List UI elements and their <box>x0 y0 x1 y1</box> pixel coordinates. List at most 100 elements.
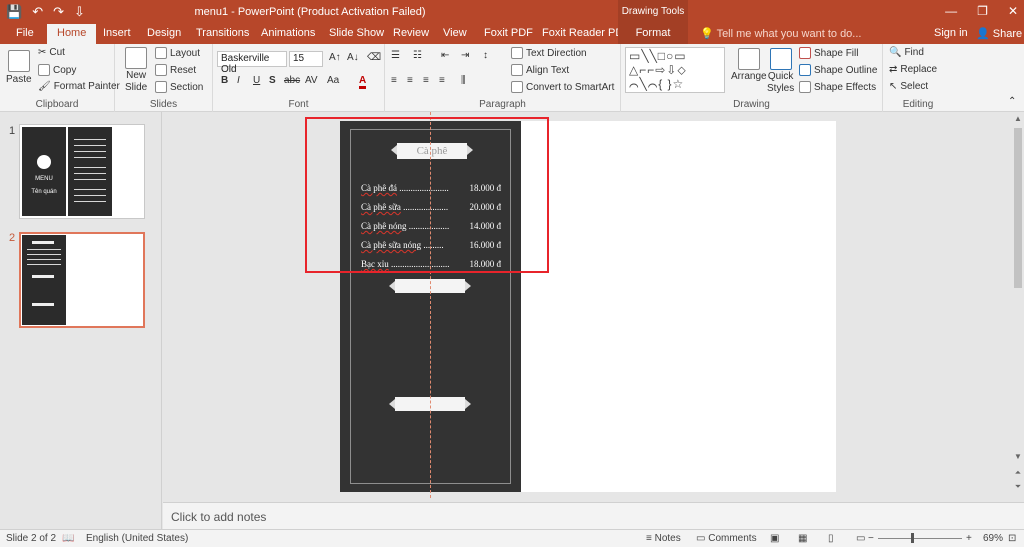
align-left-button[interactable]: ≡ <box>391 75 397 86</box>
next-slide-icon[interactable]: ⏷ <box>1012 482 1024 492</box>
shadow-button[interactable]: S <box>269 75 276 86</box>
replace-button[interactable]: ⇄ Replace <box>889 64 937 75</box>
slideshow-icon[interactable]: ▭ <box>856 533 865 544</box>
underline-button[interactable]: U <box>253 75 260 86</box>
vertical-scrollbar[interactable]: ▲ ▼ ⏶ ⏷ <box>1012 112 1024 502</box>
drawing-label: Drawing <box>733 99 770 110</box>
zoom-slider[interactable] <box>878 538 962 539</box>
restore-button[interactable]: ❐ <box>977 4 988 18</box>
align-center-icon: ≡ <box>407 75 413 86</box>
tab-transitions[interactable]: Transitions <box>196 24 249 44</box>
text-direction-button[interactable]: Text Direction <box>511 47 587 59</box>
shapes-gallery[interactable]: ▭╲╲□○▭ △⌐⌐⇨⇩⬦ ⌒╲⌒{ }☆ <box>625 47 725 93</box>
new-slide-button[interactable]: New Slide <box>125 47 147 93</box>
shrink-font-icon: A↓ <box>347 52 359 63</box>
status-bar: Slide 2 of 2 📖 English (United States) ≡… <box>0 529 1024 547</box>
shape-effects-button[interactable]: Shape Effects <box>799 81 876 93</box>
cut-button[interactable]: ✂ Cut <box>38 47 65 58</box>
scrollbar-thumb[interactable] <box>1014 128 1022 288</box>
tell-me-box[interactable]: 💡 Tell me what you want to do... <box>700 27 861 40</box>
change-case-button[interactable]: Aa <box>327 75 339 86</box>
line-spacing-button[interactable]: ↕ <box>483 50 488 61</box>
tab-foxit-reader-pdf[interactable]: Foxit Reader PDF <box>542 24 630 44</box>
scroll-down-icon[interactable]: ▼ <box>1012 452 1024 461</box>
previous-slide-icon[interactable]: ⏶ <box>1012 468 1024 478</box>
zoom-out-button[interactable]: − <box>868 533 874 544</box>
align-text-button[interactable]: Align Text <box>511 64 569 76</box>
close-button[interactable]: ✕ <box>1008 4 1018 18</box>
collapse-ribbon-button[interactable]: ⌃ <box>1008 96 1016 107</box>
slides-label: Slides <box>149 99 178 110</box>
minimize-button[interactable]: — <box>945 4 957 18</box>
normal-view-icon[interactable]: ▣ <box>770 533 779 544</box>
zoom-in-button[interactable]: + <box>966 533 972 544</box>
tab-animations[interactable]: Animations <box>261 24 315 44</box>
align-right-button[interactable]: ≡ <box>423 75 429 86</box>
grow-font-button[interactable]: A↑ <box>329 52 341 63</box>
arrange-icon <box>737 48 760 70</box>
tab-format[interactable]: Format <box>618 24 688 44</box>
section-button[interactable]: Section <box>155 81 203 93</box>
slides-group: New Slide Layout Reset Section Slides <box>115 44 213 112</box>
decrease-indent-button[interactable]: ⇤ <box>441 50 449 61</box>
italic-button[interactable]: I <box>237 75 240 86</box>
logo-icon <box>37 155 51 169</box>
language-indicator[interactable]: English (United States) <box>86 533 188 544</box>
slide-thumbnail-1[interactable]: MENU Tên quán <box>19 124 145 219</box>
convert-smartart-button[interactable]: Convert to SmartArt <box>511 81 614 93</box>
reset-button[interactable]: Reset <box>155 64 196 76</box>
sign-in-link[interactable]: Sign in <box>934 27 968 39</box>
quick-styles-button[interactable]: Quick Styles <box>767 48 794 94</box>
fit-slide-icon[interactable]: ⊡ <box>1008 533 1016 544</box>
tab-slideshow[interactable]: Slide Show <box>329 24 384 44</box>
tab-design[interactable]: Design <box>147 24 181 44</box>
share-button[interactable]: 👤 Share <box>976 27 1022 40</box>
clipboard-label: Clipboard <box>35 99 79 110</box>
tab-insert[interactable]: Insert <box>103 24 131 44</box>
menu-list-thumbnail <box>68 127 112 216</box>
tab-home[interactable]: Home <box>47 24 97 45</box>
bold-button[interactable]: B <box>221 75 228 86</box>
spellcheck-icon[interactable]: 📖 <box>62 533 74 544</box>
find-button[interactable]: 🔍 Find <box>889 47 924 58</box>
chevron-up-icon: ⌃ <box>1008 96 1017 107</box>
font-size-select[interactable]: 15 <box>289 51 323 67</box>
justify-button[interactable]: ≡ <box>439 75 445 86</box>
notes-toggle[interactable]: ≡ Notes <box>646 533 681 544</box>
shrink-font-button[interactable]: A↓ <box>347 52 359 63</box>
strikethrough-button[interactable]: abc <box>284 75 300 86</box>
effects-icon <box>799 81 811 93</box>
tab-foxit-pdf[interactable]: Foxit PDF <box>484 24 533 44</box>
bullets-button[interactable]: ☰ <box>391 50 400 61</box>
reading-view-icon[interactable]: ▯ <box>828 533 834 544</box>
arrange-button[interactable]: Arrange <box>731 48 767 82</box>
numbering-button[interactable]: ☷ <box>413 50 422 61</box>
slide-thumbnail-2[interactable] <box>19 232 145 328</box>
scroll-up-icon[interactable]: ▲ <box>1012 114 1024 123</box>
shape-outline-button[interactable]: Shape Outline <box>799 64 877 76</box>
scissors-icon: ✂ <box>38 47 47 58</box>
slide-editing-area[interactable]: Cà phê Cà phê đá ...................... 1… <box>163 112 1012 502</box>
zoom-level[interactable]: 69% <box>983 533 1003 544</box>
tab-review[interactable]: Review <box>393 24 429 44</box>
font-color-button[interactable]: A <box>359 75 367 89</box>
character-spacing-button[interactable]: AV <box>305 75 318 86</box>
comments-toggle[interactable]: ▭ Comments <box>696 533 757 544</box>
tab-view[interactable]: View <box>443 24 467 44</box>
columns-button[interactable]: ⫼ <box>461 75 466 86</box>
ribbon: Paste ✂ Cut Copy 🖌 Format Painter Clipboar… <box>0 44 1024 112</box>
clear-formatting-button[interactable]: ⌫ <box>367 52 381 63</box>
tab-file[interactable]: File <box>16 24 34 44</box>
format-painter-button[interactable]: 🖌 Format Painter <box>38 81 120 92</box>
paste-button[interactable]: Paste <box>6 50 32 85</box>
increase-indent-button[interactable]: ⇥ <box>461 50 469 61</box>
font-family-select[interactable]: Baskerville Old <box>217 51 287 75</box>
slide-sorter-icon[interactable]: ▦ <box>798 533 807 544</box>
layout-button[interactable]: Layout <box>155 47 200 59</box>
shape-fill-button[interactable]: Shape Fill <box>799 47 858 59</box>
notes-pane[interactable]: Click to add notes <box>163 502 1024 529</box>
select-button[interactable]: ↖ Select <box>889 81 928 92</box>
copy-button[interactable]: Copy <box>38 64 76 76</box>
align-center-button[interactable]: ≡ <box>407 75 413 86</box>
zoom-slider-knob[interactable] <box>911 533 914 543</box>
